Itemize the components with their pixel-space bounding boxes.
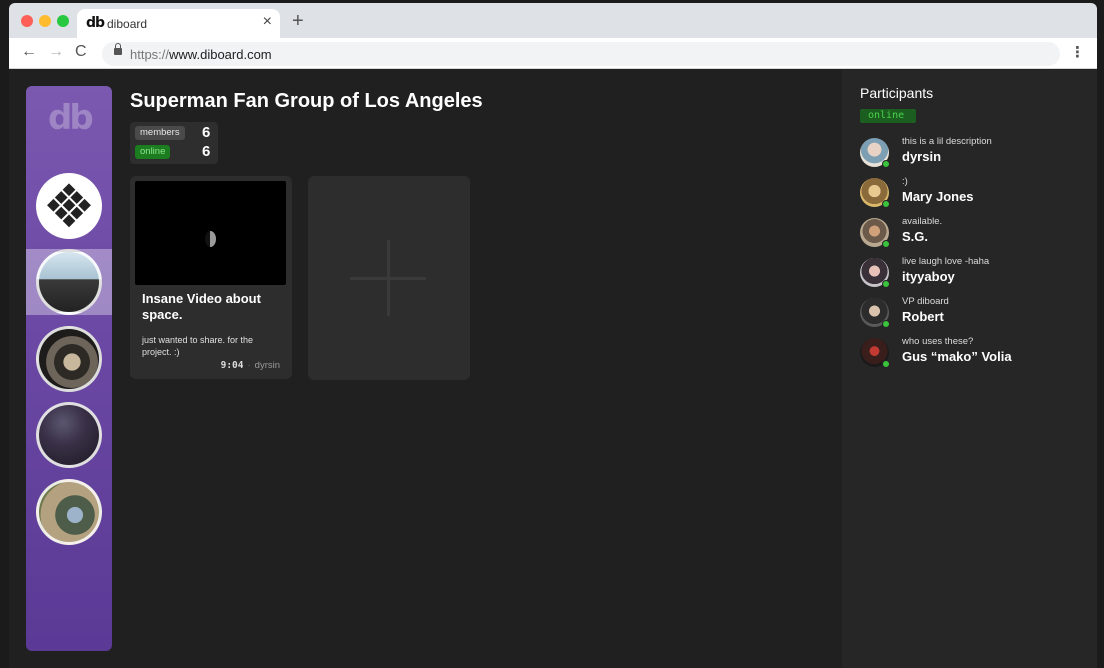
group-title: Superman Fan Group of Los Angeles [130, 90, 483, 112]
participant-row[interactable]: available. S.G. [860, 216, 1090, 250]
post-meta: 9:04 · dyrsin [221, 360, 280, 371]
participant-name: Robert [902, 309, 944, 324]
online-status-icon [882, 320, 890, 328]
participant-row[interactable]: VP diboard Robert [860, 296, 1090, 330]
participant-name: Mary Jones [902, 189, 974, 204]
browser-menu-icon[interactable]: ⋮ [1070, 43, 1085, 61]
superman-group-icon[interactable] [36, 249, 102, 315]
participant-description: VP diboard [902, 296, 949, 307]
online-status-icon [882, 240, 890, 248]
participant-row[interactable]: live laugh love -haha ityyaboy [860, 256, 1090, 290]
post-card[interactable]: Insane Video about space. just wanted to… [130, 176, 292, 379]
diboard-logo: db [48, 98, 94, 138]
browser-tab[interactable]: db diboard × [77, 9, 280, 38]
participant-description: :) [902, 176, 908, 187]
participants-panel: Participants online this is a lil descri… [842, 70, 1097, 668]
participant-name: ityyaboy [902, 269, 955, 284]
plus-icon-bar [350, 277, 426, 280]
participants-title: Participants [860, 85, 934, 101]
participant-name: Gus “mako” Volia [902, 349, 1012, 364]
meta-separator: · [247, 360, 251, 371]
online-status-icon [882, 280, 890, 288]
url-host: www.diboard.com [169, 47, 272, 62]
participant-description: available. [902, 216, 943, 227]
online-status-icon [882, 160, 890, 168]
members-count: 6 [202, 124, 211, 141]
browser-window: db diboard × + ← → C https://www.diboard… [9, 3, 1097, 668]
moon-icon [205, 231, 216, 247]
close-tab-icon[interactable]: × [263, 13, 272, 31]
phone-group-icon[interactable] [36, 479, 102, 545]
app-content: db Superman Fan Group of Los Angeles mem… [9, 70, 1097, 668]
url-text[interactable]: https://www.diboard.com [130, 47, 272, 62]
car-interior-group-icon[interactable] [36, 326, 102, 392]
night-sky-group-icon[interactable] [36, 402, 102, 468]
online-status-icon [882, 360, 890, 368]
online-status-icon [882, 200, 890, 208]
reload-icon[interactable]: C [75, 43, 87, 61]
cube-group-icon[interactable] [36, 173, 102, 239]
online-count: 6 [202, 143, 211, 160]
browser-toolbar: ← → C https://www.diboard.com ⋮ [9, 38, 1097, 69]
participant-row[interactable]: who uses these? Gus “mako” Volia [860, 336, 1090, 370]
lock-icon [114, 43, 122, 55]
participant-name: dyrsin [902, 149, 942, 164]
address-bar[interactable]: https://www.diboard.com [102, 42, 1060, 66]
video-thumbnail[interactable] [135, 181, 286, 285]
maximize-window-button[interactable] [57, 15, 69, 27]
post-author: dyrsin [254, 360, 280, 371]
group-sidebar: db [26, 86, 112, 651]
online-badge: online [135, 145, 171, 159]
back-arrow-icon[interactable]: ← [21, 43, 37, 61]
post-description: just wanted to share. for the project. :… [142, 335, 254, 357]
diboard-favicon-icon: db [86, 15, 105, 31]
tab-bar: db diboard × + [9, 3, 1097, 38]
minimize-window-button[interactable] [39, 15, 51, 27]
group-stats: members 6 online 6 [130, 122, 218, 164]
tab-title: diboard [107, 17, 148, 31]
participant-row[interactable]: this is a lil description dyrsin [860, 136, 1090, 170]
post-title: Insane Video about space. [142, 291, 261, 322]
forward-arrow-icon[interactable]: → [48, 43, 64, 61]
participant-description: this is a lil description [902, 136, 992, 147]
participant-name: S.G. [902, 229, 929, 244]
participant-description: live laugh love -haha [902, 256, 990, 267]
post-time: 9:04 [220, 360, 244, 371]
participant-row[interactable]: :) Mary Jones [860, 176, 1090, 210]
new-tab-button[interactable]: + [292, 10, 304, 33]
add-post-button[interactable] [308, 176, 470, 380]
online-filter-badge[interactable]: online [860, 109, 916, 123]
cube-grid-icon [47, 183, 91, 228]
close-window-button[interactable] [21, 15, 33, 27]
members-badge: members [135, 126, 185, 140]
url-protocol: https:// [130, 47, 170, 62]
participant-description: who uses these? [902, 336, 974, 347]
